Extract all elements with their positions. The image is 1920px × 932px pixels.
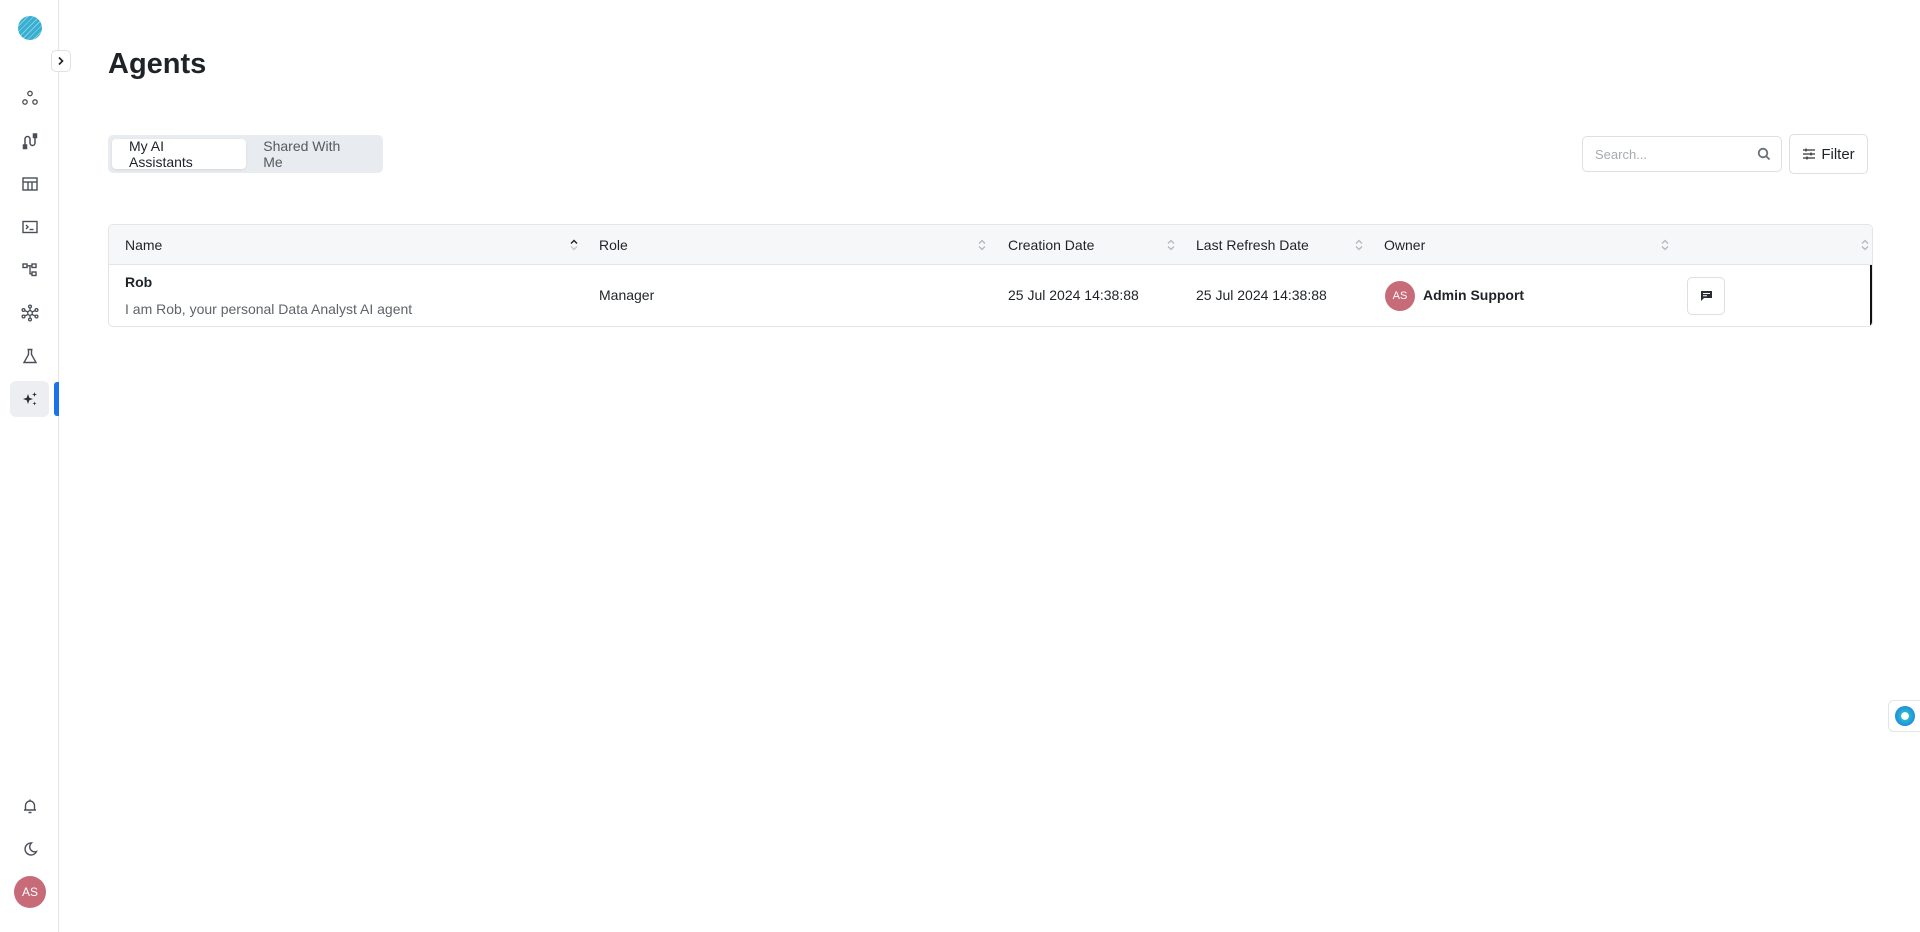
filter-label: Filter [1821,145,1855,163]
app-logo[interactable] [18,16,42,40]
sort-icon[interactable] [977,238,987,252]
bell-icon [23,799,36,814]
graph-nodes-icon [21,90,38,105]
chevron-right-icon [58,56,64,66]
search-input[interactable] [1595,146,1745,162]
column-label: Creation Date [1008,237,1095,253]
column-header-last-refresh-date[interactable]: Last Refresh Date [1196,225,1309,265]
sidebar-item-nodes[interactable] [10,80,49,116]
search-icon[interactable] [1757,147,1771,161]
active-indicator [54,382,59,416]
agent-description: I am Rob, your personal Data Analyst AI … [125,301,413,317]
column-header-creation-date[interactable]: Creation Date [1008,225,1094,265]
hierarchy-icon [21,263,37,277]
sidebar-item-lab[interactable] [10,338,49,374]
sort-ascending-icon[interactable] [569,238,579,252]
tab-group: My AI Assistants Shared With Me [108,135,383,173]
chat-button[interactable] [1687,277,1725,315]
last-refresh-date: 25 Jul 2024 14:38:88 [1196,287,1327,303]
sidebar-item-network[interactable] [10,295,49,331]
sliders-icon [1803,148,1816,160]
column-header-name[interactable]: Name [125,225,162,265]
table-row[interactable]: Rob I am Rob, your personal Data Analyst… [109,265,1872,326]
sort-icon[interactable] [1166,238,1176,252]
tab-shared-with-me[interactable]: Shared With Me [246,138,379,170]
sidebar-item-hierarchy[interactable] [10,252,49,288]
chat-icon [1700,291,1712,301]
theme-toggle-button[interactable] [10,831,49,867]
column-label: Name [125,237,163,253]
column-header-role[interactable]: Role [599,225,628,265]
assistant-orb-icon [1895,706,1915,726]
search-box [1582,136,1782,172]
column-label: Last Refresh Date [1196,237,1309,253]
agent-name[interactable]: Rob [125,274,152,290]
user-avatar[interactable]: AS [14,876,46,908]
sort-icon[interactable] [1860,238,1870,252]
tab-my-ai-assistants[interactable]: My AI Assistants [112,138,247,170]
sidebar-item-tables[interactable] [10,166,49,202]
network-icon [20,304,39,322]
sidebar-item-pipelines[interactable] [10,123,49,159]
column-label: Owner [1384,237,1426,253]
sort-icon[interactable] [1354,238,1364,252]
table-header: Name Role Creation Date Last Refresh Dat… [109,225,1872,265]
sidebar: AS [0,0,59,932]
sidebar-item-terminal[interactable] [10,209,49,245]
table-icon [21,177,38,191]
sidebar-item-agents[interactable] [10,381,49,417]
pipeline-icon [22,133,37,150]
sort-icon[interactable] [1660,238,1670,252]
page-title: Agents [108,48,207,80]
terminal-icon [21,220,38,234]
notifications-button[interactable] [10,788,49,824]
creation-date: 25 Jul 2024 14:38:88 [1008,287,1139,303]
column-label: Role [599,237,628,253]
owner-avatar: AS [1385,281,1415,311]
agents-table: Name Role Creation Date Last Refresh Dat… [108,224,1873,327]
column-header-owner[interactable]: Owner [1384,225,1425,265]
sparkles-icon [22,392,37,406]
assistant-widget-button[interactable] [1888,700,1920,732]
sidebar-expand-button[interactable] [51,50,71,72]
agent-role: Manager [599,287,655,303]
moon-icon [23,842,38,856]
flask-icon [22,348,37,364]
filter-button[interactable]: Filter [1789,134,1868,174]
owner-name: Admin Support [1423,287,1525,303]
